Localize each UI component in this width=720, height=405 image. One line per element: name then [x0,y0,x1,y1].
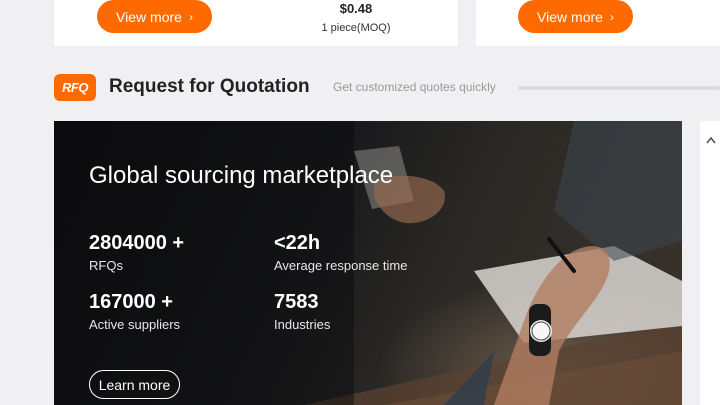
banner-title: Global sourcing marketplace [89,162,394,189]
stat-label: Active suppliers [89,317,181,332]
rfq-logo-text: RFQ [62,80,88,95]
view-more-label: View more [116,8,182,25]
product-moq: 1 piece(MOQ) [321,22,391,34]
stat-value: <22h [274,232,321,254]
side-panel [700,121,720,405]
stat-value: 7583 [274,291,319,313]
stat-label: Industries [274,317,331,332]
stat-label: RFQs [89,258,123,273]
stat-value: 2804000 + [89,232,185,254]
section-subtitle: Get customized quotes quickly [333,80,496,94]
chevron-right-icon: › [188,9,193,24]
learn-more-button[interactable]: Learn more [89,370,180,399]
view-more-label: View more [537,8,603,25]
section-title: Request for Quotation [109,76,310,97]
product-price: $0.48 [339,1,373,16]
stat-value: 167000 + [89,291,173,313]
chevron-up-icon[interactable] [701,125,720,155]
chevron-right-icon: › [609,9,614,24]
stat-label: Average response time [274,258,408,273]
rfq-banner: Global sourcing marketplace 2804000 + RF… [54,121,682,405]
product-card-right: View more › [476,0,720,46]
view-more-button-right[interactable]: View more › [518,0,633,33]
product-card-left: View more › $0.48 1 piece(MOQ) [54,0,458,46]
view-more-button-left[interactable]: View more › [97,0,212,33]
section-divider [518,86,720,90]
rfq-logo: RFQ [54,74,96,101]
